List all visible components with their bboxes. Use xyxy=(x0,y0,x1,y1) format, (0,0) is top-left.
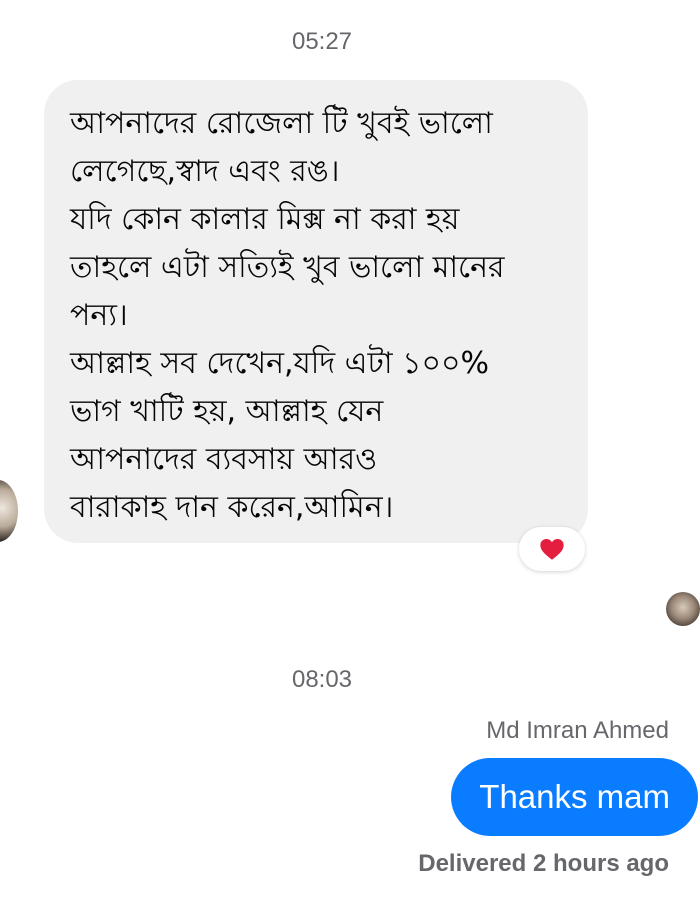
message-line: যদি কোন কালার মিক্স না করা হয় xyxy=(70,202,460,237)
message-reaction[interactable] xyxy=(519,527,585,571)
message-line: লেগেছে,স্বাদ এবং রঙ। xyxy=(70,154,340,189)
message-line: তাহলে এটা সত্যিই খুব ভালো মানের xyxy=(70,250,505,285)
outgoing-message-text: Thanks mam xyxy=(479,778,670,815)
delivery-status: Delivered 2 hours ago xyxy=(418,850,669,877)
sender-name: Md Imran Ahmed xyxy=(486,717,669,744)
message-line: আল্লাহ সব দেখেন,যদি এটা ১০০% xyxy=(70,346,490,381)
chat-thread: 05:27 আপনাদের রোজেলা টি খুবই ভালো লেগেছে… xyxy=(0,0,700,900)
message-line: ভাগ খাটি হয়, আল্লাহ যেন xyxy=(70,394,384,429)
message-line: আপনাদের রোজেলা টি খুবই ভালো xyxy=(70,106,493,141)
message-line: বারাকাহ দান করেন,আমিন। xyxy=(70,490,394,525)
seen-avatar xyxy=(666,592,700,626)
message-timestamp: 08:03 xyxy=(291,666,353,693)
message-timestamp: 05:27 xyxy=(291,28,353,55)
contact-avatar[interactable] xyxy=(0,480,18,542)
message-line: পন্য। xyxy=(70,298,128,333)
heart-icon xyxy=(540,538,564,560)
outgoing-message-bubble[interactable]: Thanks mam xyxy=(451,758,698,836)
incoming-message-bubble[interactable]: আপনাদের রোজেলা টি খুবই ভালো লেগেছে,স্বাদ… xyxy=(44,80,588,543)
message-line: আপনাদের ব্যবসায় আরও xyxy=(70,442,378,477)
